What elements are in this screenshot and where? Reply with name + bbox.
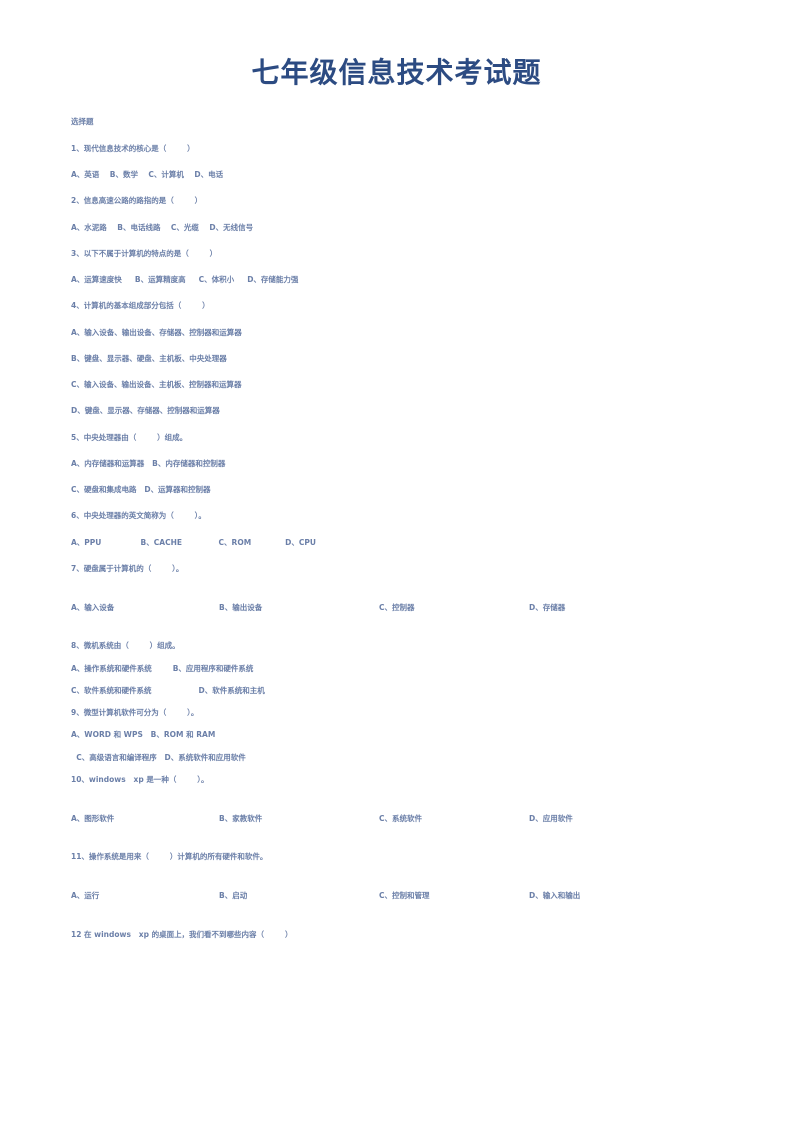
question-option: B、键盘、显示器、硬盘、主机板、中央处理器 <box>71 353 227 363</box>
question-stem: 11、操作系统是用来（ ）计算机的所有硬件和软件。 <box>71 852 268 862</box>
question-stem: 8、微机系统由（ ）组成。 <box>71 641 180 651</box>
question-option-row: A、内存储器和运算器 B、内存储器和控制器 <box>71 458 226 468</box>
question-stem: 1、现代信息技术的核心是（ ） <box>71 143 195 153</box>
question-option: A、输入设备、输出设备、存储器、控制器和运算器 <box>71 327 242 337</box>
question-option-row: A、操作系统和硬件系统 B、应用程序和硬件系统 <box>71 663 254 673</box>
question-option: A、运行 <box>71 891 100 901</box>
question-option: A、输入设备 <box>71 602 115 612</box>
question-options: A、运行 B、启动 C、控制和管理 D、输入和输出 <box>71 876 753 917</box>
question-option: A、图形软件 <box>71 813 115 823</box>
question-option: B、启动 <box>219 891 248 901</box>
section-heading: 选择题 <box>71 116 94 126</box>
document-body: 选择题 1、现代信息技术的核心是（ ） A、英语 B、数学 C、计算机 D、电话… <box>0 90 793 940</box>
question-option: C、控制器 <box>379 602 415 612</box>
question-options: A、运算速度快 B、运算精度高 C、体积小 D、存储能力强 <box>71 275 299 285</box>
question-stem: 3、以下不属于计算机的特点的是（ ） <box>71 248 218 258</box>
question-options: A、英语 B、数学 C、计算机 D、电话 <box>71 170 224 180</box>
question-option: D、输入和输出 <box>529 891 581 901</box>
question-option: C、输入设备、输出设备、主机板、控制器和运算器 <box>71 380 242 390</box>
question-option-row: C、高级语言和编译程序 D、系统软件和应用软件 <box>71 752 246 762</box>
question-options: A、输入设备 B、输出设备 C、控制器 D、存储器 <box>71 587 753 628</box>
question-stem: 4、计算机的基本组成部分包括（ ） <box>71 301 210 311</box>
question-option-row: C、软件系统和硬件系统 D、软件系统和主机 <box>71 685 265 695</box>
question-stem: 10、windows xp 是一种（ ）。 <box>71 774 209 784</box>
question-option-row: A、WORD 和 WPS B、ROM 和 RAM <box>71 730 216 740</box>
document-page: 七年级信息技术考试题 选择题 1、现代信息技术的核心是（ ） A、英语 B、数学… <box>0 0 793 1122</box>
question-options: A、PPU B、CACHE C、ROM D、CPU <box>71 537 316 547</box>
question-stem: 5、中央处理器由（ ）组成。 <box>71 432 188 442</box>
question-stem: 6、中央处理器的英文简称为（ ）。 <box>71 511 206 521</box>
question-option: D、键盘、显示器、存储器、控制器和运算器 <box>71 406 220 416</box>
question-option: D、存储器 <box>529 602 566 612</box>
question-stem: 7、硬盘属于计算机的（ ）。 <box>71 563 184 573</box>
question-option: C、系统软件 <box>379 813 423 823</box>
question-stem: 2、信息高速公路的路指的是（ ） <box>71 196 203 206</box>
question-options: A、水泥路 B、电话线路 C、光缆 D、无线信号 <box>71 222 254 232</box>
question-option: B、家教软件 <box>219 813 263 823</box>
question-option: C、控制和管理 <box>379 891 430 901</box>
page-title: 七年级信息技术考试题 <box>251 56 542 89</box>
question-option-row: C、硬盘和集成电路 D、运算器和控制器 <box>71 485 211 495</box>
question-option: B、输出设备 <box>219 602 263 612</box>
question-option: D、应用软件 <box>529 813 573 823</box>
question-stem: 9、微型计算机软件可分为（ ）。 <box>71 708 199 718</box>
question-options: A、图形软件 B、家教软件 C、系统软件 D、应用软件 <box>71 798 753 839</box>
question-stem: 12 在 windows xp 的桌面上，我们看不到哪些内容（ ） <box>71 929 293 939</box>
